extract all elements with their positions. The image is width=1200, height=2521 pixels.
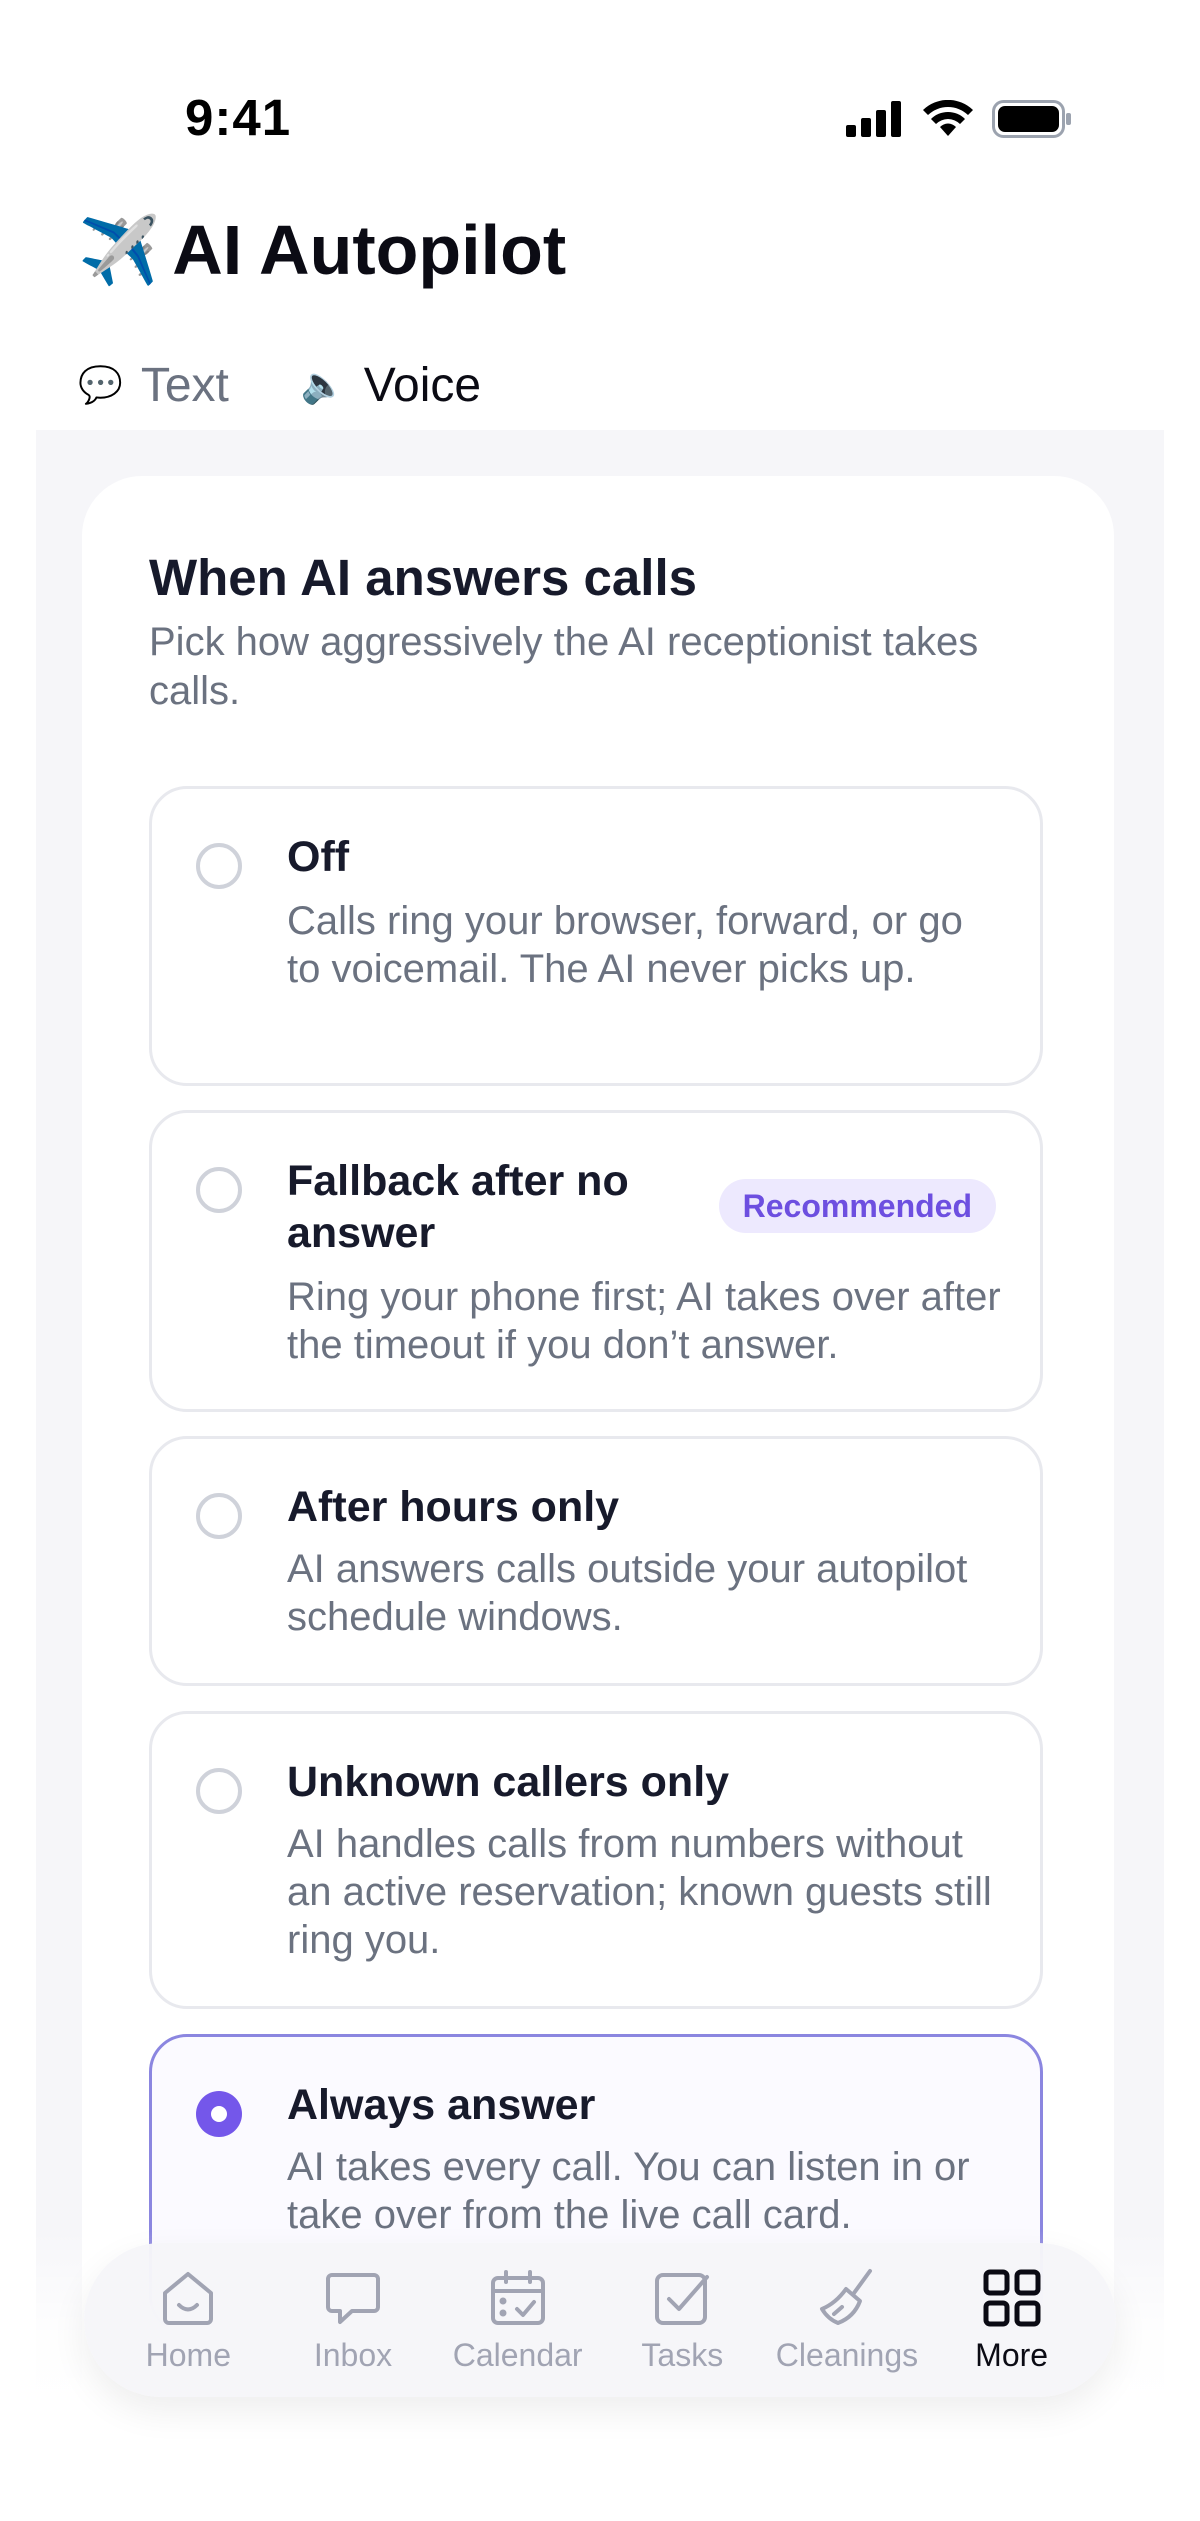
option-title: After hours only [287, 1483, 620, 1531]
card-subtitle: Pick how aggressively the AI receptionis… [149, 620, 979, 713]
recommended-badge: Recommended [718, 1179, 996, 1233]
nav-item-home[interactable]: Home [108, 2267, 268, 2374]
tab-voice-label: Voice [363, 358, 482, 412]
battery-icon [992, 100, 1071, 138]
option-title: Fallback after no answer [287, 1157, 629, 1257]
radio-fallback[interactable] [196, 1167, 242, 1213]
home-icon [163, 2271, 214, 2325]
nav-item-more[interactable]: More [932, 2267, 1092, 2374]
option-description: Calls ring your browser, forward, or go … [287, 899, 963, 991]
speaker-icon: 🔈 [300, 364, 346, 405]
option-off[interactable]: Off Calls ring your browser, forward, or… [149, 786, 1043, 1086]
page-title: ✈️ AI Autopilot [78, 210, 566, 290]
tab-bar: 💬 Text 🔈 Voice [78, 340, 532, 436]
option-description: AI answers calls outside your autopilot … [287, 1547, 968, 1639]
nav-item-calendar[interactable]: Calendar [438, 2267, 598, 2374]
radio-unknown-callers[interactable] [196, 1768, 242, 1814]
nav-item-inbox[interactable]: Inbox [273, 2267, 433, 2374]
option-title: Unknown callers only [287, 1758, 730, 1806]
option-description: AI takes every call. You can listen in o… [287, 2145, 970, 2237]
card-title: When AI answers calls [149, 549, 697, 606]
tab-text[interactable]: 💬 Text [78, 340, 229, 430]
option-fallback-after-no-answer[interactable]: Fallback after no answer Recommended Rin… [149, 1110, 1043, 1412]
tab-text-label: Text [140, 358, 229, 412]
wifi-icon [923, 100, 973, 136]
checkbox-icon [655, 2272, 710, 2325]
nav-label: Inbox [313, 2336, 393, 2373]
chat-bubble-icon [325, 2272, 380, 2324]
bottom-nav: Home Inbox Calendar Tasks Cleanings More [84, 2243, 1116, 2397]
radio-always-answer[interactable] [196, 2091, 242, 2137]
option-unknown-callers-only[interactable]: Unknown callers only AI handles calls fr… [149, 1711, 1043, 2009]
option-description: AI handles calls from numbers without an… [287, 1822, 992, 1962]
grid-icon [983, 2269, 1041, 2326]
option-after-hours-only[interactable]: After hours only AI answers calls outsid… [149, 1436, 1043, 1686]
nav-label: Calendar [452, 2336, 583, 2373]
broom-icon [819, 2268, 872, 2325]
nav-label: More [975, 2336, 1049, 2373]
nav-label: Tasks [641, 2336, 724, 2373]
calendar-icon [490, 2269, 545, 2325]
status-time: 9:41 [185, 89, 292, 146]
nav-item-cleanings[interactable]: Cleanings [767, 2267, 927, 2374]
option-description: Ring your phone first; AI takes over aft… [287, 1275, 1001, 1367]
airplane-icon: ✈️ [78, 213, 161, 287]
nav-label: Home [145, 2336, 231, 2373]
radio-off[interactable] [196, 843, 242, 889]
status-icons [846, 100, 1072, 138]
option-title: Off [287, 833, 350, 881]
speech-bubble-icon: 💬 [78, 364, 123, 405]
tab-voice[interactable]: 🔈 Voice [270, 340, 532, 436]
page-title-text: AI Autopilot [172, 211, 567, 289]
nav-item-tasks[interactable]: Tasks [602, 2267, 762, 2374]
cellular-signal-icon [846, 101, 901, 137]
radio-after-hours[interactable] [196, 1493, 242, 1539]
option-title: Always answer [287, 2081, 596, 2129]
nav-label: Cleanings [775, 2336, 919, 2373]
